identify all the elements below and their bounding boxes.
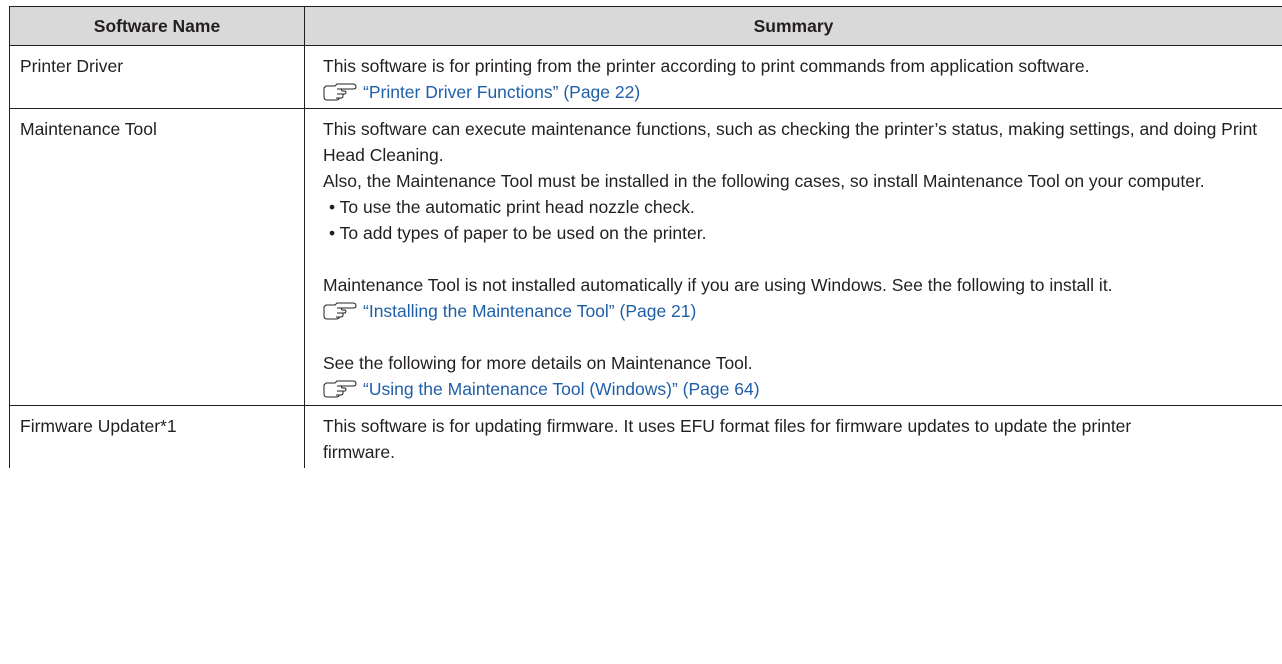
using-maintenance-tool-link[interactable]: “Using the Maintenance Tool (Windows)” (… — [363, 376, 760, 402]
summary-cell: This software is for printing from the p… — [304, 45, 1282, 109]
installing-maintenance-tool-link[interactable]: “Installing the Maintenance Tool” (Page … — [363, 298, 696, 324]
bullet-item: • To use the automatic print head nozzle… — [329, 197, 695, 217]
header-software-name: Software Name — [9, 6, 305, 46]
software-name-cell: Printer Driver — [9, 45, 305, 109]
summary-text: Maintenance Tool is not installed automa… — [323, 275, 1113, 295]
bullet-item: • To add types of paper to be used on th… — [329, 223, 707, 243]
reference-link-row: “Installing the Maintenance Tool” (Page … — [323, 298, 1272, 324]
table-row: Firmware Updater*1 This software is for … — [9, 405, 1282, 468]
software-name-cell: Maintenance Tool — [9, 108, 305, 406]
reference-link-row: “Using the Maintenance Tool (Windows)” (… — [323, 376, 1272, 402]
table-header-row: Software Name Summary — [9, 6, 1282, 46]
summary-text: See the following for more details on Ma… — [323, 353, 753, 373]
summary-cell: This software can execute maintenance fu… — [304, 108, 1282, 406]
table-row: Printer Driver This software is for prin… — [9, 45, 1282, 109]
table-row: Maintenance Tool This software can execu… — [9, 108, 1282, 406]
pointing-hand-icon — [323, 83, 357, 101]
summary-text: This software can execute maintenance fu… — [323, 119, 1258, 165]
pointing-hand-icon — [323, 380, 357, 398]
summary-text: Also, the Maintenance Tool must be insta… — [323, 171, 1205, 191]
summary-text: This software is for updating firmware. … — [323, 416, 1132, 462]
software-table: Software Name Summary Printer Driver Thi… — [9, 6, 1282, 468]
summary-text: This software is for printing from the p… — [323, 56, 1090, 76]
software-name-cell: Firmware Updater*1 — [9, 405, 305, 468]
header-summary: Summary — [304, 6, 1282, 46]
summary-cell: This software is for updating firmware. … — [304, 405, 1282, 468]
printer-driver-functions-link[interactable]: “Printer Driver Functions” (Page 22) — [363, 79, 640, 105]
pointing-hand-icon — [323, 302, 357, 320]
reference-link-row: “Printer Driver Functions” (Page 22) — [323, 79, 1272, 105]
